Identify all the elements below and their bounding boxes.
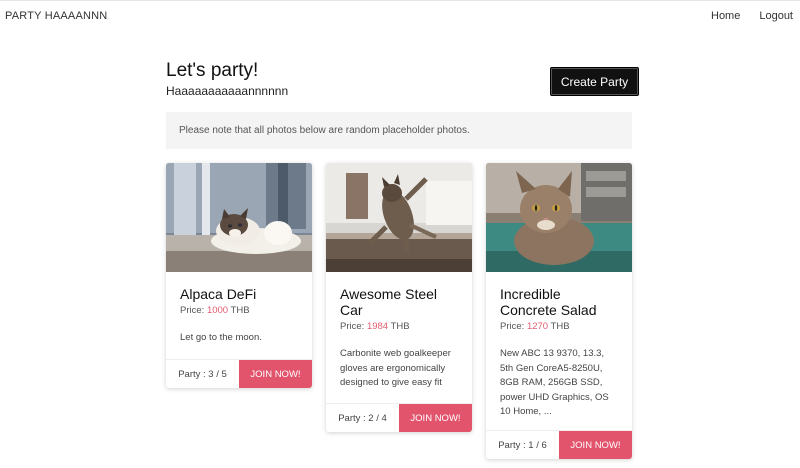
price-currency: THB bbox=[390, 321, 410, 332]
create-party-button[interactable]: Create Party bbox=[550, 67, 639, 96]
price-amount: 1270 bbox=[526, 321, 549, 332]
page-title: Let's party! bbox=[166, 60, 259, 81]
card-footer: Party : 1 / 6 JOIN NOW! bbox=[486, 430, 632, 459]
party-card: Alpaca DeFi Price: 1000 THB Let go to th… bbox=[166, 163, 312, 388]
cat-photo[interactable] bbox=[166, 163, 312, 272]
navbar: PARTY HAAAANNN Home Logout bbox=[0, 0, 800, 32]
brand-logo[interactable]: PARTY HAAAANNN bbox=[5, 10, 107, 22]
card-footer: Party : 3 / 5 JOIN NOW! bbox=[166, 359, 312, 388]
party-description: Let go to the moon. bbox=[180, 332, 262, 343]
party-count: Party : 3 / 5 bbox=[178, 368, 227, 380]
nav-logout-link[interactable]: Logout bbox=[759, 10, 793, 22]
party-description: Carbonite web goalkeeper gloves are ergo… bbox=[340, 348, 451, 388]
party-title: Alpaca DeFi bbox=[180, 286, 257, 302]
party-title: Incredible Concrete Salad bbox=[500, 286, 597, 318]
card-footer: Party : 2 / 4 JOIN NOW! bbox=[326, 403, 472, 432]
party-title: Awesome Steel Car bbox=[340, 286, 438, 318]
join-now-button[interactable]: JOIN NOW! bbox=[559, 431, 632, 459]
party-description: New ABC 13 9370, 13.3, 5th Gen CoreA5-82… bbox=[500, 348, 609, 417]
price-currency: THB bbox=[230, 305, 250, 316]
placeholder-notice: Please note that all photos below are ra… bbox=[166, 112, 632, 149]
page-subtitle: Haaaaaaaaaaannnnnn bbox=[166, 84, 289, 98]
join-now-button[interactable]: JOIN NOW! bbox=[239, 360, 312, 388]
price-currency: THB bbox=[550, 321, 570, 332]
party-count: Party : 1 / 6 bbox=[498, 439, 547, 451]
price-label: Price: bbox=[500, 321, 525, 332]
join-now-button[interactable]: JOIN NOW! bbox=[399, 404, 472, 432]
party-price: Price: 1270 THB bbox=[500, 321, 618, 332]
party-card: Awesome Steel Car Price: 1984 THB Carbon… bbox=[326, 163, 472, 432]
party-price: Price: 1000 THB bbox=[180, 305, 298, 316]
price-amount: 1984 bbox=[366, 321, 389, 332]
nav-home-link[interactable]: Home bbox=[711, 10, 740, 22]
cat-photo[interactable] bbox=[326, 163, 472, 272]
nav-links: Home Logout bbox=[711, 10, 793, 22]
party-card: Incredible Concrete Salad Price: 1270 TH… bbox=[486, 163, 632, 459]
party-price: Price: 1984 THB bbox=[340, 321, 458, 332]
price-label: Price: bbox=[180, 305, 205, 316]
price-label: Price: bbox=[340, 321, 365, 332]
price-amount: 1000 bbox=[206, 305, 229, 316]
party-count: Party : 2 / 4 bbox=[338, 412, 387, 424]
cat-photo[interactable] bbox=[486, 163, 632, 272]
